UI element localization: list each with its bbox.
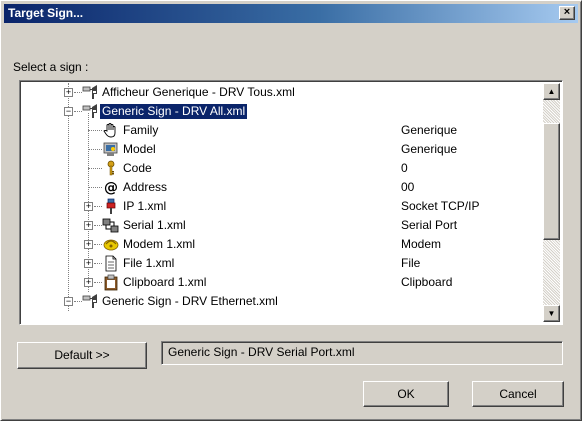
tree-row-label: Afficheur Generique - DRV Tous.xml (102, 85, 295, 99)
tree-row-address[interactable]: @ Address 00 (22, 178, 540, 197)
tree-row-label: IP 1.xml (123, 199, 167, 213)
collapse-icon[interactable]: − (64, 107, 73, 116)
expand-icon[interactable]: + (84, 221, 93, 230)
serial-port-icon (102, 218, 119, 233)
title-bar[interactable]: Target Sign... × (4, 4, 578, 23)
scroll-up-button[interactable]: ▲ (543, 83, 560, 100)
tree-line (74, 301, 82, 302)
tree-line (94, 263, 102, 264)
tree-row-modem[interactable]: + Modem 1.xml Modem (22, 235, 540, 254)
tree-row-value: Generique (401, 123, 458, 137)
tree-line (94, 225, 102, 226)
expand-icon[interactable]: + (84, 259, 93, 268)
tree-row-clipboard[interactable]: + Clipboard 1.xml Clipboard (22, 273, 540, 292)
svg-text:@: @ (104, 180, 118, 196)
at-icon: @ (104, 180, 118, 196)
expand-icon[interactable]: + (84, 202, 93, 211)
tree-row-ip[interactable]: + IP 1.xml Socket TCP/IP (22, 197, 540, 216)
tree-row-file[interactable]: + File 1.xml File (22, 254, 540, 273)
tree-row-value: File (401, 256, 421, 270)
scroll-thumb[interactable] (543, 123, 560, 240)
vertical-scrollbar[interactable]: ▲ ▼ (543, 83, 560, 322)
sign-icon (82, 294, 97, 308)
tree-line (74, 92, 82, 93)
tree-line (94, 206, 102, 207)
tree-row-generic-sign-all[interactable]: − Generic Sign - DRV All.xml (22, 102, 540, 121)
tree-row-label: Code (123, 161, 152, 175)
tree-row-label: Generic Sign - DRV All.xml (98, 103, 249, 120)
close-button[interactable]: × (559, 6, 575, 20)
tree-line (94, 244, 102, 245)
tree-row-label: Address (123, 180, 168, 194)
network-plug-icon (106, 198, 116, 214)
tree-row-generic-sign-ethernet[interactable]: − Generic Sign - DRV Ethernet.xml (22, 292, 540, 311)
clipboard-icon (104, 274, 118, 291)
expand-icon[interactable]: + (84, 240, 93, 249)
tree-row-label: File 1.xml (123, 256, 175, 270)
collapse-icon[interactable]: − (64, 297, 73, 306)
expand-icon[interactable]: + (64, 88, 73, 97)
tree-row-label: Clipboard 1.xml (123, 275, 207, 289)
tree-row-value: Generique (401, 142, 458, 156)
tree-row-value: 00 (401, 180, 415, 194)
default-button[interactable]: Default >> (17, 342, 147, 369)
monitor-icon (103, 142, 118, 156)
tree-content: + Afficheur Generique - DRV Tous.xml − G… (22, 83, 542, 322)
key-icon (107, 160, 115, 176)
sign-icon (82, 104, 97, 118)
select-sign-label: Select a sign : (13, 60, 89, 74)
tree-row-code[interactable]: Code 0 (22, 159, 540, 178)
tree-row-label: Family (123, 123, 159, 137)
scroll-down-button[interactable]: ▼ (543, 305, 560, 322)
tree-row-value: Clipboard (401, 275, 453, 289)
tree-row-label: Model (123, 142, 156, 156)
sign-icon (82, 85, 97, 99)
tree-row-label: Modem 1.xml (123, 237, 196, 251)
file-icon (105, 255, 117, 272)
sign-tree-view[interactable]: + Afficheur Generique - DRV Tous.xml − G… (19, 80, 563, 325)
tree-row-label: Serial 1.xml (123, 218, 186, 232)
tree-row-afficheur[interactable]: + Afficheur Generique - DRV Tous.xml (22, 83, 540, 102)
tree-line (88, 168, 102, 169)
tree-row-value: Serial Port (401, 218, 458, 232)
tree-line (88, 149, 102, 150)
expand-icon[interactable]: + (84, 278, 93, 287)
tree-line (88, 130, 102, 131)
tree-line (94, 282, 102, 283)
selected-sign-field: Generic Sign - DRV Serial Port.xml (161, 341, 563, 365)
modem-icon (103, 239, 119, 251)
tree-line (88, 187, 102, 188)
ok-button[interactable]: OK (363, 381, 449, 407)
hand-icon (103, 123, 116, 138)
window-title: Target Sign... (8, 6, 84, 20)
tree-row-family[interactable]: Family Generique (22, 121, 540, 140)
tree-row-value: Modem (401, 237, 442, 251)
cancel-button[interactable]: Cancel (472, 381, 564, 407)
target-sign-dialog: Target Sign... × Select a sign : + Affic… (0, 0, 582, 421)
tree-line (74, 111, 82, 112)
tree-row-value: 0 (401, 161, 408, 175)
tree-row-model[interactable]: Model Generique (22, 140, 540, 159)
tree-row-value: Socket TCP/IP (401, 199, 480, 213)
tree-row-serial[interactable]: + Serial 1.xml Serial Port (22, 216, 540, 235)
tree-row-label: Generic Sign - DRV Ethernet.xml (102, 294, 278, 308)
